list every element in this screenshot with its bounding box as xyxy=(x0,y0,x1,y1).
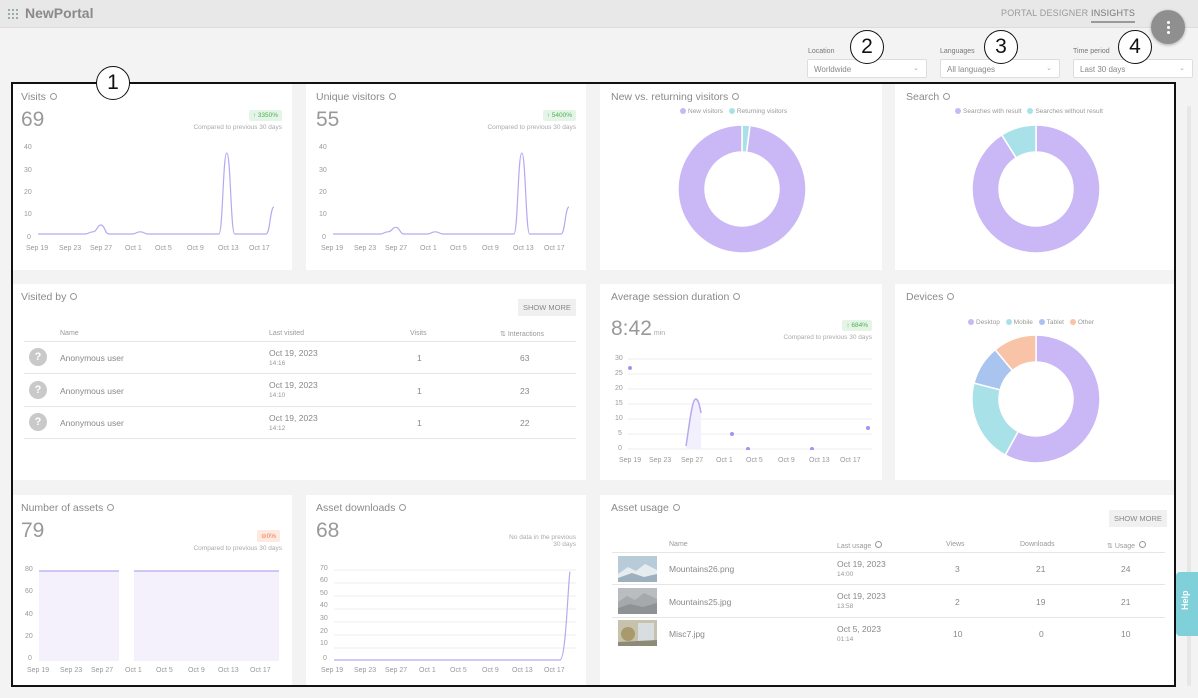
brand-name[interactable]: NewPortal xyxy=(25,5,93,21)
location-label: Location xyxy=(808,48,835,55)
location-value: Worldwide xyxy=(814,65,852,74)
app-grid-icon[interactable] xyxy=(8,9,18,19)
languages-label: Languages xyxy=(940,48,975,55)
callout-3: 3 xyxy=(984,30,1018,64)
nav-portal-designer[interactable]: PORTAL DESIGNER xyxy=(1001,8,1088,18)
languages-value: All languages xyxy=(947,65,996,74)
top-bar: NewPortal PORTAL DESIGNER INSIGHTS xyxy=(0,0,1198,28)
chevron-down-icon: ⌄ xyxy=(1179,65,1185,72)
nav-insights[interactable]: INSIGHTS xyxy=(1091,8,1136,23)
time-period-value: Last 30 days xyxy=(1080,65,1126,74)
callout-4: 4 xyxy=(1118,30,1152,64)
help-button[interactable]: Help xyxy=(1176,572,1198,636)
more-vertical-icon[interactable] xyxy=(1151,10,1185,44)
time-period-label: Time period xyxy=(1073,48,1110,55)
chevron-down-icon: ⌄ xyxy=(913,65,919,72)
help-label: Help xyxy=(1180,590,1190,610)
callout-frame-1 xyxy=(11,82,1176,687)
callout-2: 2 xyxy=(850,30,884,64)
callout-1: 1 xyxy=(96,66,130,100)
chevron-down-icon: ⌄ xyxy=(1046,65,1052,72)
